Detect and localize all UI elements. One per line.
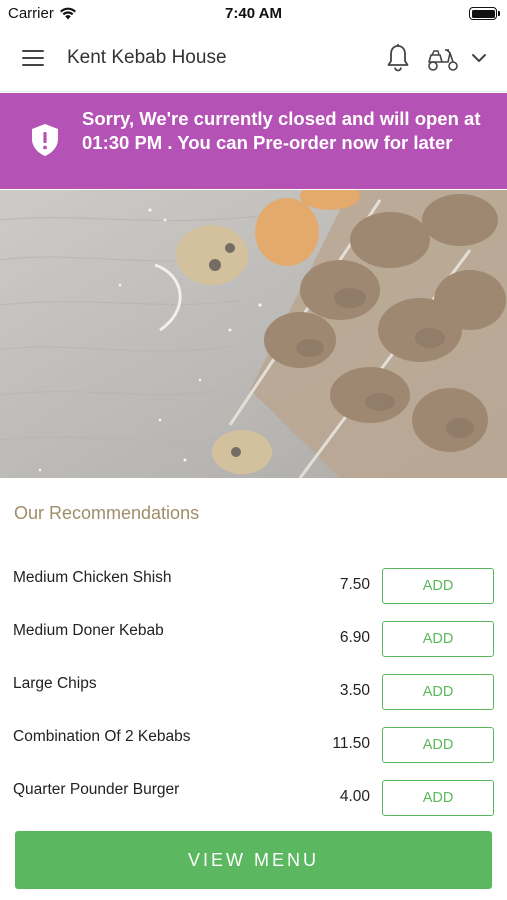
item-name: Large Chips [13,675,97,692]
item-price: 4.00 [339,788,370,805]
item-price: 3.50 [339,682,370,699]
store-name: Kent Kebab House [67,47,227,68]
list-item: Medium Doner Kebab 6.90 ADD [0,613,507,666]
list-item: Large Chips 3.50 ADD [0,666,507,719]
add-button[interactable]: ADD [382,727,494,763]
add-button[interactable]: ADD [382,674,494,710]
item-name: Quarter Pounder Burger [13,781,180,798]
closed-banner: Sorry, We're currently closed and will o… [0,93,507,189]
battery-icon [469,7,500,20]
add-button[interactable]: ADD [382,780,494,816]
chevron-down-icon[interactable] [469,48,489,68]
item-price: 6.90 [339,629,370,646]
list-item: Combination Of 2 Kebabs 11.50 ADD [0,719,507,772]
item-price: 11.50 [332,735,370,752]
recommendations-title: Our Recommendations [14,503,200,523]
item-name: Medium Chicken Shish [13,569,172,586]
closed-message: Sorry, We're currently closed and will o… [82,108,481,153]
shield-icon [30,123,60,157]
item-price: 7.50 [339,576,370,593]
item-name: Combination Of 2 Kebabs [13,728,191,745]
hero-image [0,190,507,478]
view-menu-button[interactable]: VIEW MENU [15,831,492,889]
recommendations-list: Medium Chicken Shish 7.50 ADD Medium Don… [0,560,507,825]
status-bar: Carrier 7:40 AM [0,0,507,28]
bell-icon[interactable] [384,43,412,73]
app-header: Kent Kebab House [0,28,507,92]
add-button[interactable]: ADD [382,621,494,657]
item-name: Medium Doner Kebab [13,622,164,639]
scooter-icon[interactable] [426,45,460,73]
status-time: 7:40 AM [225,5,282,22]
list-item: Quarter Pounder Burger 4.00 ADD [0,772,507,825]
menu-icon[interactable] [22,50,46,68]
list-item: Medium Chicken Shish 7.50 ADD [0,560,507,613]
add-button[interactable]: ADD [382,568,494,604]
